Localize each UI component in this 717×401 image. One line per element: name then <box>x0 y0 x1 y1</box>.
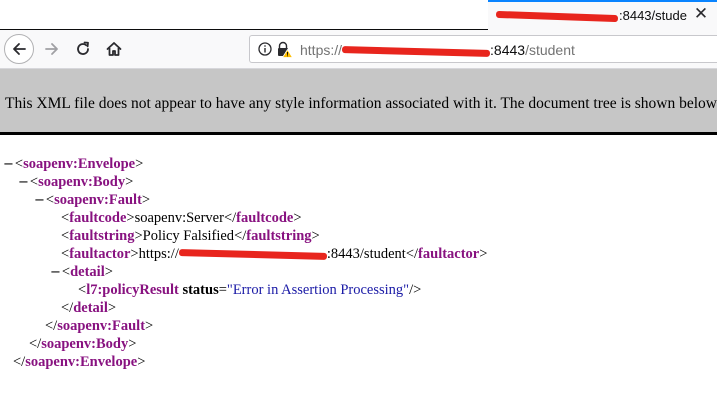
collapse-toggle[interactable]: − <box>34 193 45 208</box>
xml-info-banner: This XML file does not appear to have an… <box>0 69 717 135</box>
tab-active[interactable]: :8443/stude ✕ <box>488 0 717 30</box>
xml-tag: soapenv:Envelope <box>23 156 136 172</box>
arrow-left-icon <box>13 43 26 55</box>
xml-tag: faultactor <box>69 246 131 262</box>
reload-icon <box>77 41 89 55</box>
xml-text-value: Policy Falsified <box>142 228 235 244</box>
xml-tag: soapenv:Body <box>41 336 129 352</box>
xml-tag: soapenv:Fault <box>54 192 142 208</box>
xml-line-fault-close: </soapenv:Fault> <box>45 318 154 334</box>
xml-tag: l7:policyResult <box>86 282 179 298</box>
navigation-toolbar: https:// :8443/student <box>0 30 717 69</box>
info-icon[interactable] <box>258 42 272 56</box>
xml-info-text: This XML file does not appear to have an… <box>5 95 717 112</box>
collapse-toggle[interactable]: − <box>18 175 29 190</box>
xml-line-policy-result: <l7:policyResult status="Error in Assert… <box>78 282 422 298</box>
url-scheme: https:// <box>300 42 343 58</box>
home-icon <box>106 42 122 56</box>
xml-line-faultactor: <faultactor>https://:8443/student</fault… <box>61 246 488 262</box>
url-path: /student <box>525 42 575 58</box>
tab-title-suffix: :8443/stude <box>619 8 687 23</box>
xml-line-envelope-close: </soapenv:Envelope> <box>13 354 146 370</box>
xml-text-value: soapenv:Server <box>134 210 224 226</box>
tab-title: :8443/stude <box>496 7 691 25</box>
xml-attr-name: status <box>182 282 219 298</box>
browser-window: :8443/stude ✕ https://:8443/student Thi… <box>0 0 717 401</box>
url-host-suffix: :8443 <box>490 42 526 58</box>
tab-strip-blank-area <box>0 0 488 29</box>
xml-line-detail-open: −<detail> <box>50 264 113 280</box>
xml-attr-value: "Error in Assertion Processing" <box>226 282 410 298</box>
xml-line-faultstring: <faultstring>Policy Falsified</faultstri… <box>61 228 320 244</box>
arrow-right-icon <box>45 43 58 55</box>
xml-tag: soapenv:Body <box>38 174 126 190</box>
tab-title-redaction <box>496 10 619 23</box>
url-bar[interactable]: https:// :8443/student <box>249 35 717 63</box>
xml-tag: detail <box>70 264 105 280</box>
xml-line-body-close: </soapenv:Body> <box>29 336 137 352</box>
xml-line-envelope-open: −<soapenv:Envelope> <box>3 156 144 172</box>
forward-button[interactable] <box>37 34 67 64</box>
xml-line-body-open: −<soapenv:Body> <box>18 174 134 190</box>
tab-strip: :8443/stude ✕ <box>0 0 717 30</box>
xml-tag: soapenv:Envelope <box>25 354 138 370</box>
url-text[interactable]: https:// :8443/student <box>300 40 575 60</box>
url-host-redaction <box>341 45 491 57</box>
tab-close-icon[interactable]: ✕ <box>692 4 710 24</box>
xml-text-value: :8443/student <box>326 246 406 262</box>
xml-tag: detail <box>73 300 108 316</box>
faultactor-host-redaction <box>178 249 327 261</box>
xml-tag: faultstring <box>246 228 312 244</box>
collapse-toggle[interactable]: − <box>3 157 14 172</box>
xml-tag: soapenv:Fault <box>57 318 146 334</box>
collapse-toggle[interactable]: − <box>50 265 61 280</box>
xml-line-detail-close: </detail> <box>61 300 117 316</box>
xml-tag: faultactor <box>418 246 480 262</box>
xml-line-fault-open: −<soapenv:Fault> <box>34 192 151 208</box>
xml-text-value: https:// <box>138 246 179 262</box>
xml-tag: faultcode <box>69 210 127 226</box>
back-button[interactable] <box>4 34 34 64</box>
xml-tag: faultstring <box>69 228 135 244</box>
reload-button[interactable] <box>68 34 98 64</box>
lock-warning-icon[interactable] <box>276 41 294 58</box>
home-button[interactable] <box>99 34 129 64</box>
xml-tag: faultcode <box>236 210 294 226</box>
xml-line-faultcode: <faultcode>soapenv:Server</faultcode> <box>61 210 302 226</box>
